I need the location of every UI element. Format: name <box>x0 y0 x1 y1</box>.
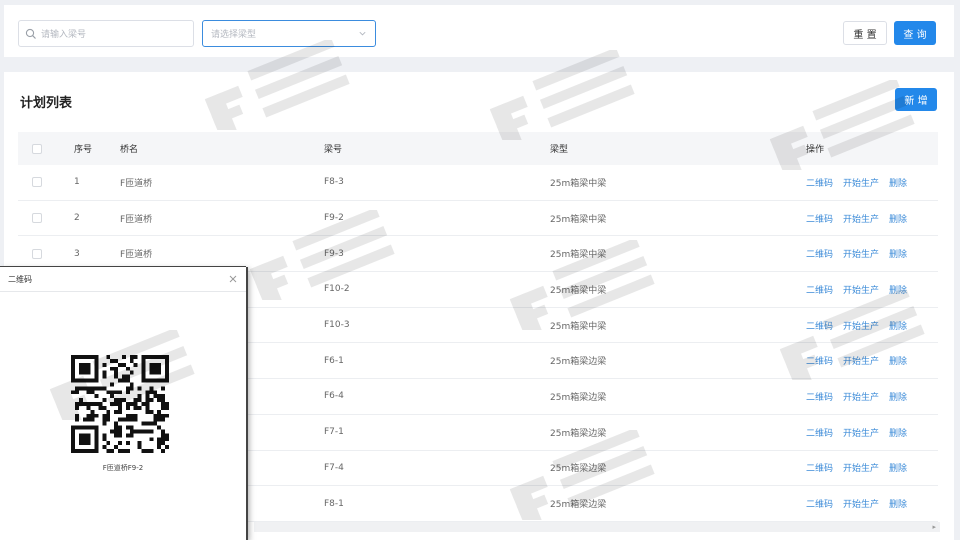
chevron-down-icon <box>359 31 366 36</box>
start-production-link[interactable]: 开始生产 <box>843 426 879 439</box>
cell-actions: 二维码 开始生产 删除 <box>802 461 938 474</box>
delete-link[interactable]: 删除 <box>889 354 907 367</box>
cell-beam-type: 25m箱梁中梁 <box>550 250 607 261</box>
cell-beam-number: F6-1 <box>324 355 344 366</box>
cell-actions: 二维码 开始生产 删除 <box>802 426 938 439</box>
start-production-link[interactable]: 开始生产 <box>843 247 879 260</box>
cell-bridge-name: F匝道桥 <box>120 214 153 225</box>
cell-beam-type: 25m箱梁边梁 <box>550 464 607 475</box>
delete-link[interactable]: 删除 <box>889 461 907 474</box>
start-production-link[interactable]: 开始生产 <box>843 212 879 225</box>
cell-beam-type: 25m箱梁边梁 <box>550 392 607 403</box>
qr-code-link[interactable]: 二维码 <box>806 212 833 225</box>
start-production-link[interactable]: 开始生产 <box>843 461 879 474</box>
delete-link[interactable]: 删除 <box>889 247 907 260</box>
table-header: 序号 桥名 梁号 梁型 操作 <box>18 132 938 165</box>
qr-code-dialog: 二维码 F匝道桥F9-2 <box>0 267 246 540</box>
qr-code-link[interactable]: 二维码 <box>806 247 833 260</box>
delete-link[interactable]: 删除 <box>889 497 907 510</box>
qr-code-link[interactable]: 二维码 <box>806 390 833 403</box>
cell-bridge-name: F匝道桥 <box>120 178 153 189</box>
col-index: 序号 <box>74 145 93 155</box>
cell-beam-number: F10-3 <box>324 320 350 331</box>
cell-beam-number: F8-1 <box>324 498 344 509</box>
cell-beam-type: 25m箱梁中梁 <box>550 178 607 189</box>
cell-beam-number: F6-4 <box>324 391 344 402</box>
cell-actions: 二维码 开始生产 删除 <box>802 319 938 332</box>
table-row: 1 F匝道桥 F8-3 25m箱梁中梁 二维码 开始生产 删除 <box>18 165 938 201</box>
delete-link[interactable]: 删除 <box>889 212 907 225</box>
row-checkbox[interactable] <box>32 213 42 224</box>
qr-code-link[interactable]: 二维码 <box>806 497 833 510</box>
qr-code-link[interactable]: 二维码 <box>806 283 833 296</box>
qr-code-link[interactable]: 二维码 <box>806 354 833 367</box>
start-production-link[interactable]: 开始生产 <box>843 319 879 332</box>
cell-actions: 二维码 开始生产 删除 <box>802 283 938 296</box>
page-title: 计划列表 <box>20 96 73 111</box>
cell-beam-number: F9-2 <box>324 213 344 224</box>
beam-type-select[interactable]: 请选择梁型 <box>202 20 376 47</box>
row-checkbox[interactable] <box>32 177 42 188</box>
cell-beam-type: 25m箱梁边梁 <box>550 357 607 368</box>
cell-actions: 二维码 开始生产 删除 <box>802 354 938 367</box>
col-actions: 操作 <box>806 145 825 155</box>
select-all-checkbox[interactable] <box>32 143 42 154</box>
cell-bridge-name: F匝道桥 <box>120 250 153 261</box>
start-production-link[interactable]: 开始生产 <box>843 283 879 296</box>
cell-beam-number: F7-1 <box>324 427 344 438</box>
delete-link[interactable]: 删除 <box>889 176 907 189</box>
horizontal-scrollbar[interactable]: ▸ <box>254 522 940 532</box>
cell-beam-number: F9-3 <box>324 248 344 259</box>
qr-caption: F匝道桥F9-2 <box>102 464 144 472</box>
col-beam-type: 梁型 <box>550 145 569 155</box>
cell-beam-number: F8-3 <box>324 177 344 188</box>
cell-index: 1 <box>74 177 80 188</box>
query-button[interactable]: 查 询 <box>894 21 936 45</box>
cell-beam-type: 25m箱梁边梁 <box>550 428 607 439</box>
search-placeholder: 请输入梁号 <box>41 30 87 40</box>
dialog-header: 二维码 <box>0 267 246 292</box>
cell-actions: 二维码 开始生产 删除 <box>802 212 938 225</box>
cell-actions: 二维码 开始生产 删除 <box>802 247 938 260</box>
select-placeholder: 请选择梁型 <box>211 30 257 40</box>
qr-code-link[interactable]: 二维码 <box>806 461 833 474</box>
qr-code-icon <box>71 355 169 453</box>
col-bridge-name: 桥名 <box>120 145 139 155</box>
cell-index: 3 <box>74 248 80 259</box>
start-production-link[interactable]: 开始生产 <box>843 354 879 367</box>
cell-index: 2 <box>74 213 80 224</box>
scroll-right-icon[interactable]: ▸ <box>932 523 936 531</box>
cell-beam-number: F10-2 <box>324 284 350 295</box>
beam-number-search-input[interactable]: 请输入梁号 <box>18 20 194 47</box>
delete-link[interactable]: 删除 <box>889 390 907 403</box>
row-checkbox[interactable] <box>32 248 42 259</box>
cell-beam-number: F7-4 <box>324 462 344 473</box>
add-button[interactable]: 新 增 <box>895 88 937 111</box>
qr-code-link[interactable]: 二维码 <box>806 176 833 189</box>
reset-button[interactable]: 重 置 <box>843 21 887 45</box>
delete-link[interactable]: 删除 <box>889 319 907 332</box>
cell-actions: 二维码 开始生产 删除 <box>802 176 938 189</box>
dialog-title: 二维码 <box>8 274 32 284</box>
start-production-link[interactable]: 开始生产 <box>843 176 879 189</box>
close-icon[interactable] <box>228 274 238 284</box>
search-panel: 请输入梁号 请选择梁型 重 置 查 询 <box>4 5 954 57</box>
qr-code-link[interactable]: 二维码 <box>806 319 833 332</box>
table-row: 2 F匝道桥 F9-2 25m箱梁中梁 二维码 开始生产 删除 <box>18 201 938 237</box>
qr-code-link[interactable]: 二维码 <box>806 426 833 439</box>
cell-beam-type: 25m箱梁中梁 <box>550 285 607 296</box>
cell-beam-type: 25m箱梁边梁 <box>550 500 607 511</box>
cell-beam-type: 25m箱梁中梁 <box>550 321 607 332</box>
start-production-link[interactable]: 开始生产 <box>843 497 879 510</box>
cell-actions: 二维码 开始生产 删除 <box>802 390 938 403</box>
col-beam-number: 梁号 <box>324 145 343 155</box>
search-icon <box>25 28 36 39</box>
cell-beam-type: 25m箱梁中梁 <box>550 214 607 225</box>
delete-link[interactable]: 删除 <box>889 283 907 296</box>
cell-actions: 二维码 开始生产 删除 <box>802 497 938 510</box>
start-production-link[interactable]: 开始生产 <box>843 390 879 403</box>
delete-link[interactable]: 删除 <box>889 426 907 439</box>
